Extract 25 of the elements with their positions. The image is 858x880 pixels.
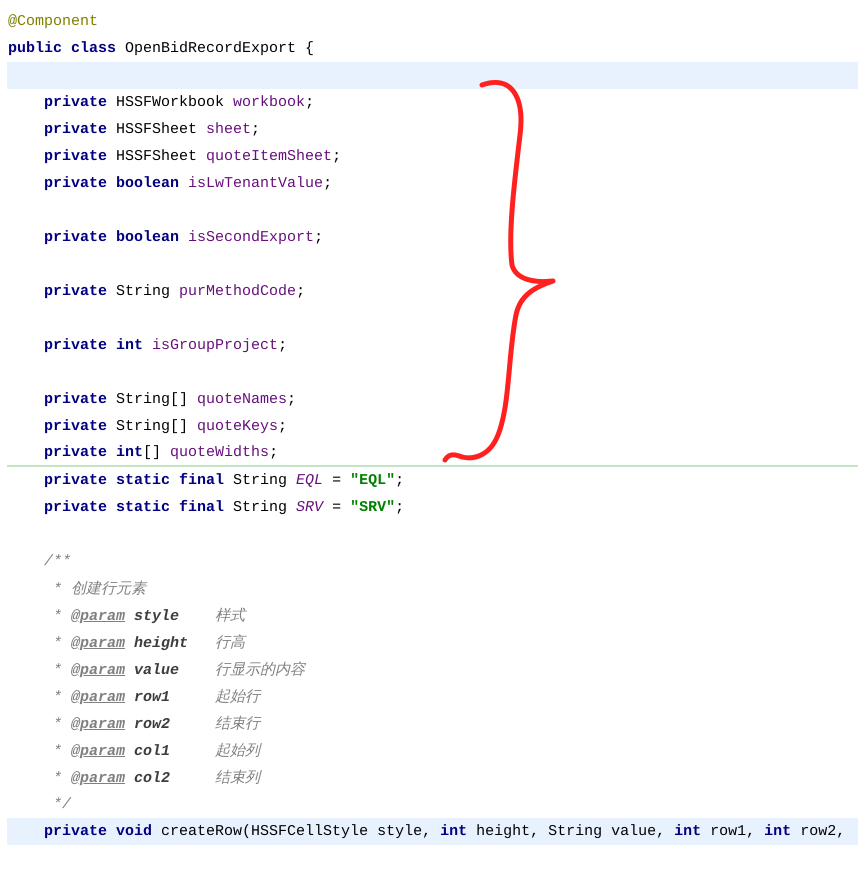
code-line: * @param style 样式 [52, 606, 246, 625]
code-line: private boolean isLwTenantValue; [44, 175, 332, 192]
code-line: * @param col1 起始列 [52, 742, 260, 760]
code-line: private static final String EQL = "EQL"; [44, 472, 404, 489]
code-line: * @param height 行高 [52, 633, 246, 652]
code-line: */ [52, 796, 72, 813]
code-line: @Component [8, 13, 98, 30]
code-line: private HSSFSheet sheet; [44, 121, 260, 138]
code-line: private boolean isSecondExport; [44, 229, 324, 246]
code-line: private void createRow(HSSFCellStyle style, int height, String value, int row1, int row2, [44, 823, 846, 840]
code-line: * @param col2 结束列 [52, 768, 260, 787]
code-line: private String[] quoteKeys; [44, 418, 288, 435]
code-line: /** [44, 553, 72, 570]
code-line: public class OpenBidRecordExport { [8, 40, 314, 57]
code-line: private static final String SRV = "SRV"; [44, 499, 404, 516]
code-line: private String purMethodCode; [44, 283, 306, 300]
code-line: private int isGroupProject; [44, 337, 288, 354]
code-line: * @param row1 起始行 [52, 688, 260, 706]
code-line: private String[] quoteNames; [44, 391, 296, 408]
code-line: private int[] quoteWidths; [44, 444, 278, 461]
code-line: * @param row2 结束行 [52, 714, 260, 733]
code-line: * @param value 行显示的内容 [52, 660, 306, 679]
code-line: private HSSFWorkbook workbook; [44, 94, 314, 111]
code-line: * 创建行元素 [52, 580, 146, 598]
code-line: private HSSFSheet quoteItemSheet; [44, 148, 342, 165]
